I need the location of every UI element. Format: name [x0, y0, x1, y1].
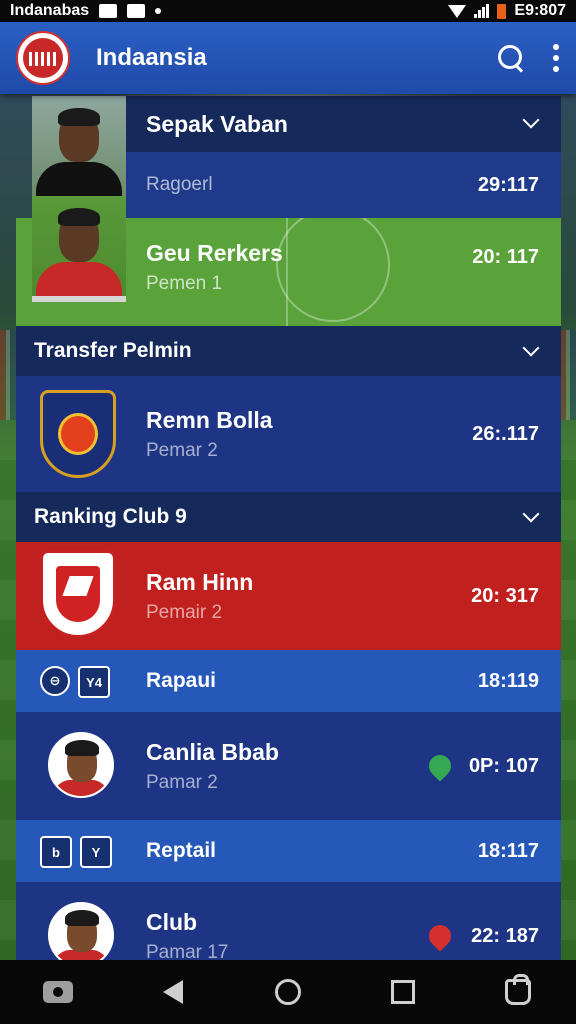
- item-time: 26:.117: [472, 422, 539, 445]
- section-header-transfer[interactable]: Transfer Pelmin: [16, 326, 561, 376]
- system-nav-bar: [0, 960, 576, 1024]
- player-photos: [32, 96, 126, 302]
- message-icon: [127, 4, 146, 18]
- featured-row-time: 20: 117: [472, 246, 539, 268]
- club-crest-icon: [40, 550, 116, 638]
- chevron-down-icon[interactable]: [522, 339, 540, 357]
- item-time: 20: 317: [471, 584, 539, 607]
- featured-subrow[interactable]: Ragoerl 29:117: [126, 152, 561, 218]
- chevron-down-icon[interactable]: [522, 111, 540, 129]
- featured-subrow-label: Ragoerl: [146, 174, 213, 195]
- back-button[interactable]: [151, 970, 195, 1014]
- camera-icon: [42, 981, 73, 1003]
- dot-icon: [155, 8, 162, 14]
- badge-icon: b: [40, 836, 72, 868]
- status-clock: E9:807: [514, 2, 566, 19]
- section-header-ranking[interactable]: Ranking Club 9: [16, 492, 561, 542]
- group-header[interactable]: b Y Reptail 18:117: [16, 820, 561, 882]
- camera-button[interactable]: [36, 970, 80, 1014]
- app-title: Indaansia: [96, 44, 207, 71]
- item-title: Ram Hinn: [146, 568, 254, 595]
- home-icon: [274, 979, 301, 1005]
- list-item[interactable]: Ram Hinn Pemair 2 20: 317: [16, 542, 561, 650]
- app-bar: Indaansia: [0, 22, 576, 94]
- home-button[interactable]: [266, 970, 310, 1014]
- search-icon[interactable]: [496, 43, 526, 73]
- item-subtitle: Pemair 2: [146, 601, 223, 623]
- item-subtitle: Pamar 2: [146, 771, 218, 793]
- group-title: Reptail: [146, 839, 217, 862]
- recents-icon: [391, 980, 416, 1004]
- group-title: Rapaui: [146, 669, 217, 692]
- list-item[interactable]: Remn Bolla Pemar 2 26:.117: [16, 376, 561, 492]
- featured-subrow-time: 29:117: [477, 173, 539, 196]
- list-item[interactable]: Club Pamar 17 22: 187: [16, 882, 561, 960]
- shopping-bag-icon: [505, 974, 532, 1005]
- player-avatar: [48, 902, 114, 960]
- item-time: 22: 187: [471, 924, 539, 947]
- list-item[interactable]: Canlia Bbab Pamar 2 0P: 107: [16, 712, 561, 820]
- item-subtitle: Pamar 17: [146, 941, 229, 961]
- badge-icon: ⊖: [40, 666, 70, 696]
- featured-header[interactable]: Sepak Vaban: [126, 96, 561, 152]
- group-time: 18:117: [477, 839, 539, 862]
- item-title: Remn Bolla: [146, 406, 273, 433]
- more-options-icon[interactable]: [552, 44, 560, 72]
- player-avatar: [32, 96, 126, 196]
- recents-button[interactable]: [381, 970, 425, 1014]
- team-icon: Y: [80, 836, 112, 868]
- section-title: Ranking Club 9: [34, 505, 187, 528]
- shop-button[interactable]: [496, 970, 540, 1014]
- featured-card[interactable]: Geu Rerkers Pemen 1 20: 117 Sepak Vaban …: [16, 96, 561, 326]
- notification-icon: [99, 4, 118, 18]
- section-title: Transfer Pelmin: [34, 339, 192, 362]
- player-avatar: [48, 732, 114, 798]
- chevron-down-icon[interactable]: [522, 505, 540, 523]
- status-bar: Indanabas E9:807: [0, 0, 576, 22]
- group-time: 18:119: [477, 669, 539, 692]
- status-app-name: Indanabas: [10, 2, 90, 19]
- club-crest-icon: [40, 390, 116, 478]
- club-logo[interactable]: [16, 31, 70, 85]
- featured-row-title: Geu Rerkers: [146, 240, 283, 266]
- group-header[interactable]: ⊖ Y4 Rapaui 18:119: [16, 650, 561, 712]
- wifi-icon: [448, 4, 467, 18]
- favorite-icon[interactable]: [424, 920, 456, 952]
- back-icon: [162, 980, 183, 1004]
- item-time: 0P: 107: [468, 754, 539, 777]
- featured-row-sub: Pemen 1: [146, 273, 223, 294]
- item-title: Canlia Bbab: [146, 738, 279, 765]
- team-icon: Y4: [78, 666, 110, 698]
- item-subtitle: Pemar 2: [146, 439, 218, 461]
- signal-icon: [474, 4, 490, 18]
- favorite-icon[interactable]: [424, 750, 456, 782]
- content-panel: Geu Rerkers Pemen 1 20: 117 Sepak Vaban …: [16, 96, 561, 960]
- featured-header-title: Sepak Vaban: [146, 110, 288, 137]
- battery-icon: [497, 3, 507, 19]
- item-title: Club: [146, 908, 198, 935]
- player-avatar: [32, 196, 126, 296]
